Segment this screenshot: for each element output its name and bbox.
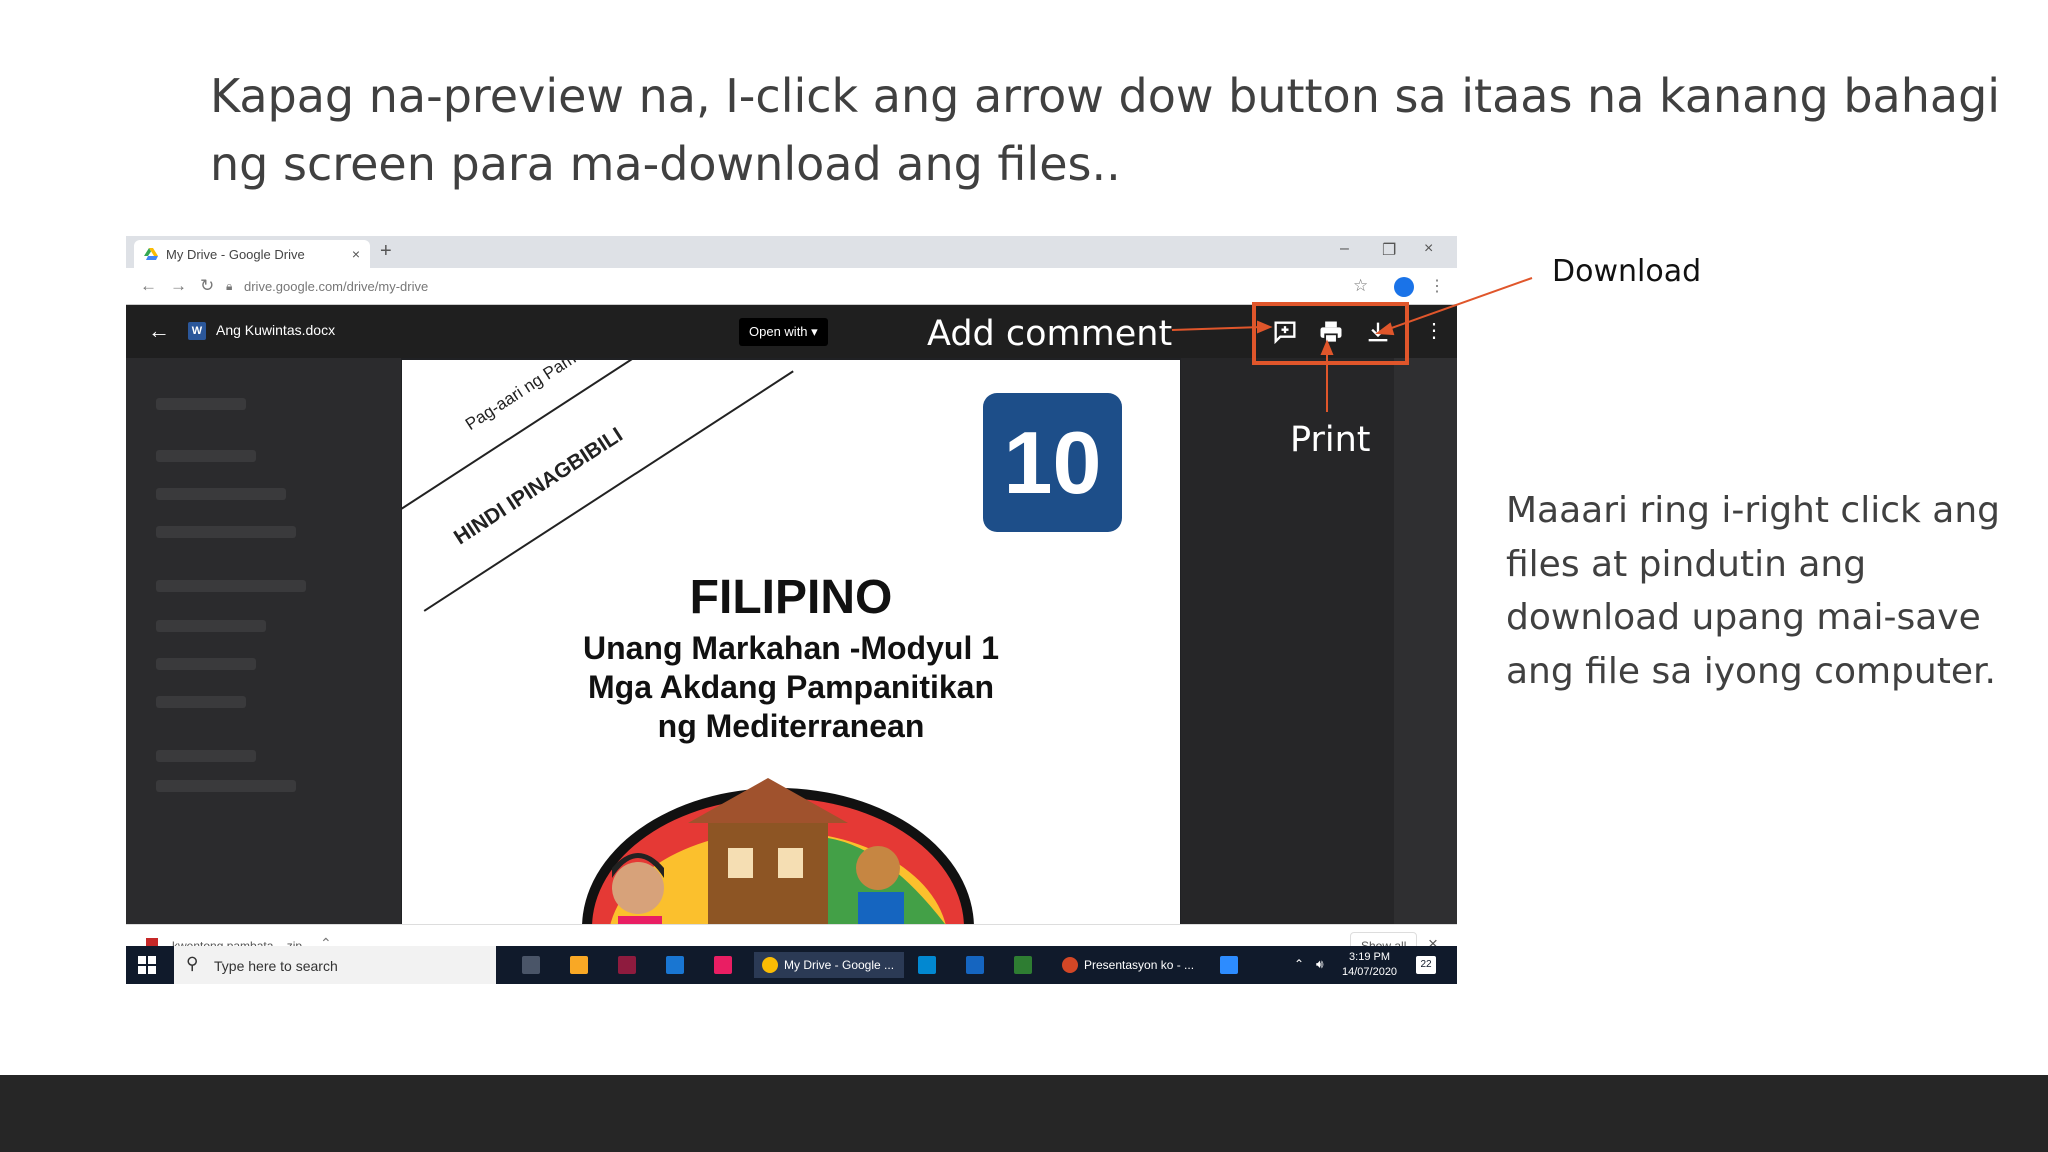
notification-badge[interactable]: 22 <box>1416 956 1436 974</box>
print-label: Print <box>1290 420 1371 460</box>
close-preview-arrow-icon[interactable]: ← <box>148 318 170 344</box>
slide-title-line-1: Kapag na-preview na, I-click ang arrow d… <box>210 69 2001 123</box>
browser-menu-icon[interactable]: ⋮ <box>1429 276 1445 296</box>
document-line-1: Unang Markahan -Modyul 1 <box>582 630 1000 666</box>
window-close-button[interactable]: × <box>1424 240 1433 258</box>
search-icon: ⚲ <box>186 954 199 973</box>
side-note-line-4: ang file sa iyong computer. <box>1506 650 1996 692</box>
taskbar-search-placeholder: Type here to search <box>214 958 338 974</box>
file-explorer-icon[interactable] <box>570 956 588 974</box>
document-line-2: Mga Akdang Pampanitikan <box>588 669 994 705</box>
address-bar-row: ← → ↻ 🔒︎ drive.google.com/drive/my-drive… <box>126 268 1457 305</box>
download-label: Download <box>1552 254 1702 289</box>
profile-avatar[interactable] <box>1394 277 1414 297</box>
taskbar-powerpoint-app[interactable]: Presentasyon ko - ... <box>1054 952 1204 978</box>
photoshop-icon[interactable] <box>666 956 684 974</box>
side-note: Maaari ring i-right click ang files at p… <box>1506 484 2006 698</box>
forward-arrow-icon[interactable]: → <box>170 276 187 296</box>
mail-icon[interactable] <box>918 956 936 974</box>
browser-tab[interactable]: My Drive - Google Drive × <box>134 240 370 268</box>
document-subject: FILIPINO <box>689 571 893 624</box>
indesign-icon[interactable] <box>618 956 636 974</box>
task-view-icon[interactable] <box>522 956 540 974</box>
drive-side-panel-dimmed <box>1394 358 1457 924</box>
footer-band <box>0 1075 2048 1152</box>
tray-chevron-icon[interactable]: ⌃ <box>1294 957 1304 971</box>
excel-icon[interactable] <box>1014 956 1032 974</box>
side-note-line-1: Maaari ring i-right click ang <box>1506 490 2001 531</box>
taskbar-clock[interactable]: 3:19 PM 14/07/2020 <box>1342 950 1397 980</box>
zoom-icon[interactable] <box>1220 956 1238 974</box>
document-line-3: ng Mediterranean <box>657 708 925 744</box>
minimize-button[interactable]: – <box>1340 240 1349 258</box>
grade-badge: 10 <box>983 393 1122 532</box>
slide-title: Kapag na-preview na, I-click ang arrow d… <box>210 62 2001 198</box>
new-tab-button[interactable]: + <box>380 240 392 263</box>
cover-illustration <box>582 778 974 924</box>
open-with-button[interactable]: Open with ▾ <box>739 318 828 346</box>
highlight-box <box>1252 302 1409 365</box>
word-file-icon: W <box>188 322 206 340</box>
photos-icon[interactable] <box>714 956 732 974</box>
volume-icon[interactable]: 🔊︎ <box>1316 957 1324 972</box>
url-field[interactable]: drive.google.com/drive/my-drive <box>244 279 428 294</box>
tab-close-icon[interactable]: × <box>352 246 360 262</box>
chrome-icon <box>762 957 778 973</box>
bookmark-star-icon[interactable]: ☆ <box>1353 276 1368 296</box>
slide-title-line-2: ng screen para ma-download ang files.. <box>210 137 1121 191</box>
reload-icon[interactable]: ↻ <box>200 276 214 296</box>
windows-start-icon[interactable] <box>138 956 156 974</box>
back-arrow-icon[interactable]: ← <box>140 276 157 296</box>
more-actions-icon[interactable]: ⋮ <box>1424 318 1444 343</box>
powerpoint-icon <box>1062 957 1078 973</box>
restore-button[interactable]: ❐ <box>1382 240 1396 260</box>
windows-taskbar: ⚲ Type here to search My Drive - Google … <box>126 946 1457 984</box>
document-preview-page: Pag-aari ng Pamahalaan HINDI IPINAGBIBIL… <box>402 360 1180 924</box>
add-comment-label: Add comment <box>927 314 1173 354</box>
side-note-line-2: files at pindutin ang <box>1506 543 1867 585</box>
taskbar-search[interactable]: ⚲ Type here to search <box>174 946 496 984</box>
taskbar-chrome-app[interactable]: My Drive - Google ... <box>754 952 904 978</box>
file-name: Ang Kuwintas.docx <box>216 322 336 338</box>
drive-sidebar-dimmed <box>126 358 401 924</box>
word-icon[interactable] <box>966 956 984 974</box>
google-drive-icon <box>144 248 158 260</box>
side-note-line-3: download upang mai-save <box>1506 597 1981 638</box>
browser-tab-strip: My Drive - Google Drive × + – ❐ × <box>126 236 1457 268</box>
tab-title: My Drive - Google Drive <box>166 246 305 262</box>
lock-icon: 🔒︎ <box>226 279 233 293</box>
